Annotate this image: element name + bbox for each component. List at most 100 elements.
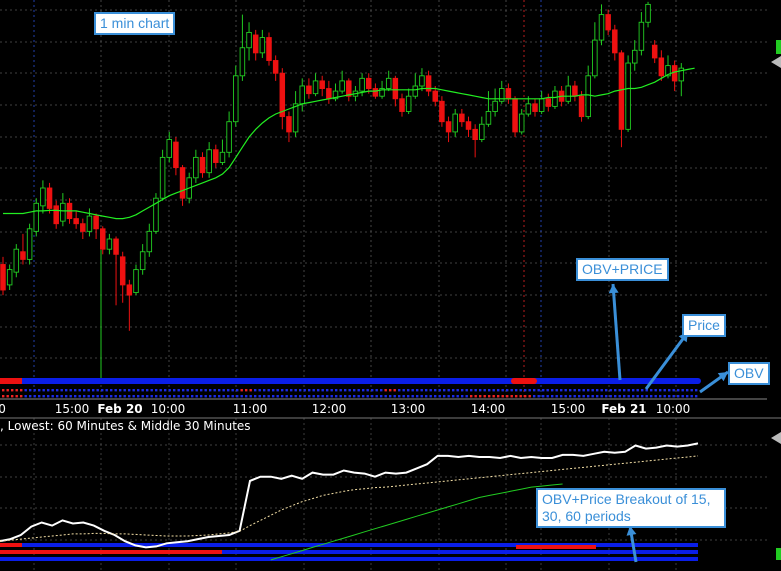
signal-dot [600,395,603,398]
signal-dot [384,389,387,392]
signal-dot [74,395,77,398]
signal-dot [375,389,378,392]
signal-dot [186,395,189,398]
signal-dot [681,389,684,392]
candle-body [46,187,53,209]
signal-dot [632,389,635,392]
signal-dot [276,395,279,398]
signal-dot [461,395,464,398]
grid-lines [0,0,767,571]
signal-dot [20,389,23,392]
candle-body [605,14,611,31]
signal-dot [474,395,477,398]
signal-dot [447,395,450,398]
signal-dot [56,395,59,398]
candle-body [266,37,272,61]
signal-dot [411,395,414,398]
candle-body [86,215,93,232]
signal-dot [447,389,450,392]
signal-dot [537,389,540,392]
signal-dot [321,395,324,398]
signal-dot [335,389,338,392]
signal-bars [0,378,701,398]
signal-dot [402,389,405,392]
signal-dot [434,395,437,398]
candle-body [538,98,545,112]
signal-dot [519,389,522,392]
signal-dot [92,395,95,398]
candle-body [20,251,26,260]
signal-dot [213,395,216,398]
candle-body [419,75,425,87]
oscillator-title: , Lowest: 60 Minutes & Middle 30 Minutes [0,419,251,433]
signal-dot [690,395,693,398]
signal-dot [38,395,41,398]
candle-body [252,34,259,54]
candle-body [625,62,631,130]
signal-dot [114,395,117,398]
signal-dot [659,389,662,392]
signal-dot [470,389,473,392]
signal-dot [357,395,360,398]
obv-price-callout: OBV+PRICE [576,258,669,281]
signal-dot [74,389,77,392]
signal-dot [551,389,554,392]
signal-dot [335,395,338,398]
candle-body [532,103,538,112]
signal-dot [209,395,212,398]
signal-dot [128,395,131,398]
signal-dot [231,395,234,398]
signal-dot [344,395,347,398]
candle-body [319,80,325,90]
candle-body [412,85,419,97]
signal-dot [123,389,126,392]
signal-dot [195,395,198,398]
signal-dot [519,395,522,398]
signal-dot [623,395,626,398]
candle-body [306,85,312,95]
signal-dot [654,389,657,392]
signal-dot [407,389,410,392]
signal-dot [618,395,621,398]
signal-dot [479,389,482,392]
signal-dot [290,389,293,392]
candle-body [312,80,319,95]
signal-dot [573,389,576,392]
signal-dot [321,389,324,392]
candle-body [638,21,645,51]
signal-dot [353,395,356,398]
osc-scale-arrow [771,432,781,444]
signal-dot [150,395,153,398]
signal-dot [267,395,270,398]
signal-dot [330,389,333,392]
signal-dot [672,389,675,392]
candle-body [472,128,478,141]
candle-body [572,85,578,97]
signal-dot [402,395,405,398]
breakout-callout: OBV+Price Breakout of 15, 30, 60 periods [536,488,726,528]
signal-dot [119,395,122,398]
signal-dot [101,389,104,392]
signal-dot [528,395,531,398]
signal-dot [596,389,599,392]
signal-dot [195,389,198,392]
signal-dot [218,395,221,398]
signal-dot [636,389,639,392]
signal-dot [510,395,513,398]
signal-dot [672,395,675,398]
signal-dot [596,395,599,398]
signal-dot [438,395,441,398]
signal-dot [294,389,297,392]
signal-dot [56,389,59,392]
candle-body [93,215,99,230]
signal-dot [69,389,72,392]
candle-body [226,121,232,153]
signal-dot [114,389,117,392]
candle-body [658,57,665,77]
signal-dot [506,389,509,392]
signal-dot [681,395,684,398]
candle-body [645,3,651,23]
signal-dot [618,389,621,392]
candle-body [432,90,439,102]
candle-body [459,113,465,123]
